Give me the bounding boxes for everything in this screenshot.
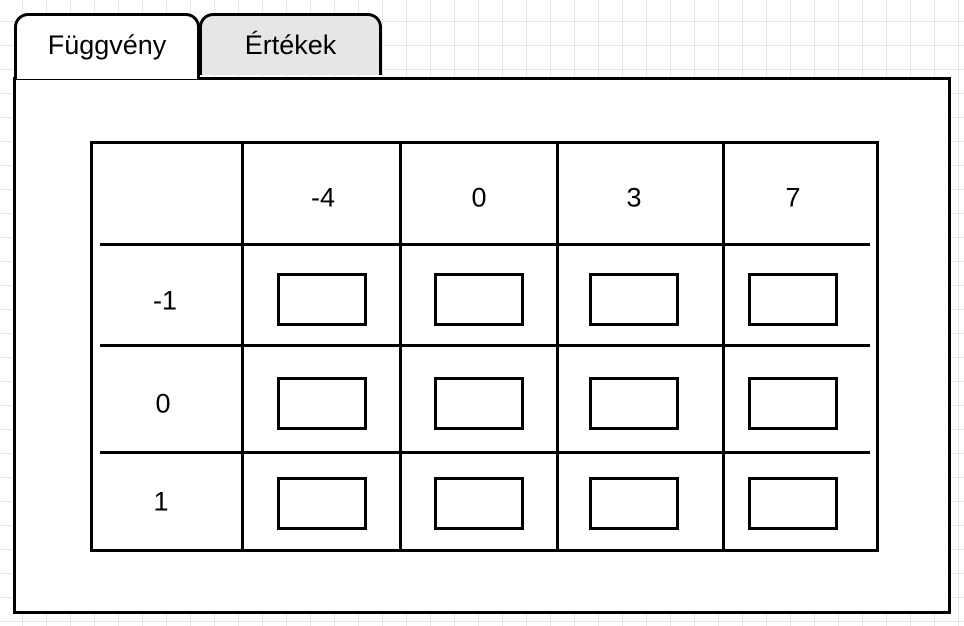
- value-input-r2-c2[interactable]: [434, 377, 524, 430]
- row-header: -1: [152, 285, 178, 316]
- row-divider: [100, 344, 870, 347]
- value-input-r3-c3[interactable]: [589, 477, 679, 530]
- tab-ertekek[interactable]: Értékek: [199, 13, 382, 75]
- column-header: -4: [310, 182, 336, 213]
- value-input-r1-c1[interactable]: [277, 273, 367, 326]
- value-input-r1-c3[interactable]: [589, 273, 679, 326]
- column-header: 7: [785, 182, 801, 213]
- tab-fuggveny-label: Függvény: [47, 30, 167, 60]
- row-header: 0: [155, 388, 171, 419]
- value-input-r3-c2[interactable]: [434, 477, 524, 530]
- row-header: 1: [153, 486, 169, 517]
- value-input-r2-c3[interactable]: [589, 377, 679, 430]
- value-input-r3-c1[interactable]: [277, 477, 367, 530]
- row-divider: [100, 451, 870, 454]
- column-header: 0: [471, 182, 487, 213]
- value-table: -4 0 3 7 -1 0 1: [90, 141, 879, 552]
- tab-ertekek-label: Értékek: [244, 30, 337, 60]
- column-header: 3: [626, 182, 642, 213]
- value-input-r3-c4[interactable]: [748, 477, 838, 530]
- tab-panel: -4 0 3 7 -1 0 1: [13, 77, 951, 614]
- value-input-r1-c2[interactable]: [434, 273, 524, 326]
- value-input-r2-c1[interactable]: [277, 377, 367, 430]
- tab-fuggveny[interactable]: Függvény: [14, 13, 200, 79]
- row-divider: [100, 243, 870, 246]
- value-input-r1-c4[interactable]: [748, 273, 838, 326]
- value-input-r2-c4[interactable]: [748, 377, 838, 430]
